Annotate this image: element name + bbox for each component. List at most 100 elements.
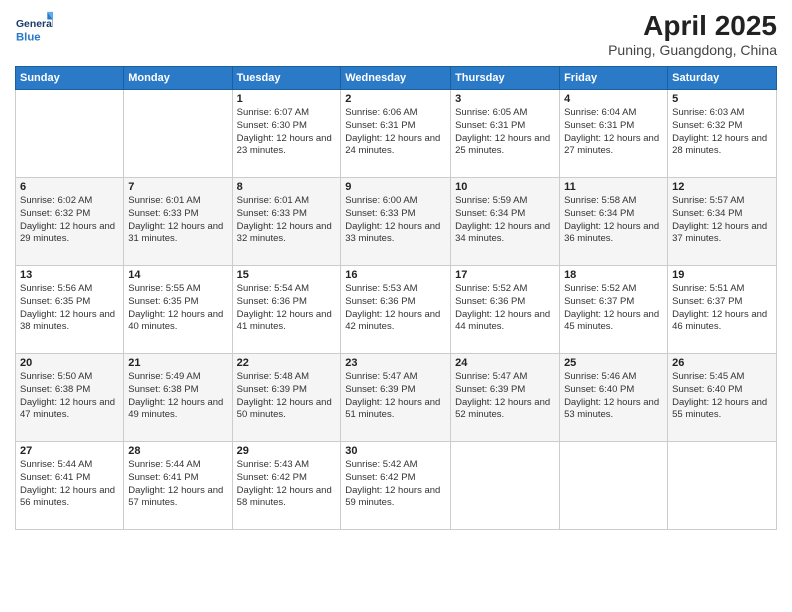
calendar-cell [16, 90, 124, 178]
day-number: 27 [20, 445, 119, 457]
calendar-header: SundayMondayTuesdayWednesdayThursdayFrid… [16, 67, 777, 90]
page: General Blue April 2025 Puning, Guangdon… [0, 0, 792, 612]
day-info: Sunrise: 5:52 AM Sunset: 6:36 PM Dayligh… [455, 283, 555, 334]
day-number: 3 [455, 93, 555, 105]
title-block: April 2025 Puning, Guangdong, China [608, 10, 777, 58]
calendar-cell [451, 442, 560, 530]
calendar-cell: 20 Sunrise: 5:50 AM Sunset: 6:38 PM Dayli… [16, 354, 124, 442]
day-number: 23 [345, 357, 446, 369]
calendar-cell: 3 Sunrise: 6:05 AM Sunset: 6:31 PM Daylig… [451, 90, 560, 178]
logo: General Blue [15, 10, 55, 48]
day-info: Sunrise: 6:01 AM Sunset: 6:33 PM Dayligh… [237, 195, 337, 246]
day-info: Sunrise: 5:58 AM Sunset: 6:34 PM Dayligh… [564, 195, 663, 246]
day-number: 26 [672, 357, 772, 369]
day-number: 30 [345, 445, 446, 457]
calendar-cell: 13 Sunrise: 5:56 AM Sunset: 6:35 PM Dayli… [16, 266, 124, 354]
day-number: 4 [564, 93, 663, 105]
week-row-4: 27 Sunrise: 5:44 AM Sunset: 6:41 PM Dayli… [16, 442, 777, 530]
calendar-cell: 8 Sunrise: 6:01 AM Sunset: 6:33 PM Daylig… [232, 178, 341, 266]
day-number: 7 [128, 181, 227, 193]
day-info: Sunrise: 5:47 AM Sunset: 6:39 PM Dayligh… [345, 371, 446, 422]
day-number: 24 [455, 357, 555, 369]
day-header-monday: Monday [124, 67, 232, 90]
calendar-cell: 17 Sunrise: 5:52 AM Sunset: 6:36 PM Dayli… [451, 266, 560, 354]
day-info: Sunrise: 5:59 AM Sunset: 6:34 PM Dayligh… [455, 195, 555, 246]
day-number: 28 [128, 445, 227, 457]
main-title: April 2025 [608, 10, 777, 42]
day-number: 21 [128, 357, 227, 369]
day-number: 6 [20, 181, 119, 193]
day-header-friday: Friday [560, 67, 668, 90]
calendar-cell: 18Sunrise: 5:52 AM Sunset: 6:37 PM Dayli… [560, 266, 668, 354]
calendar-cell: 4 Sunrise: 6:04 AM Sunset: 6:31 PM Daylig… [560, 90, 668, 178]
calendar-cell: 6 Sunrise: 6:02 AM Sunset: 6:32 PM Daylig… [16, 178, 124, 266]
day-number: 16 [345, 269, 446, 281]
day-info: Sunrise: 6:02 AM Sunset: 6:32 PM Dayligh… [20, 195, 119, 246]
calendar-cell: 21 Sunrise: 5:49 AM Sunset: 6:38 PM Dayli… [124, 354, 232, 442]
day-info: Sunrise: 5:53 AM Sunset: 6:36 PM Dayligh… [345, 283, 446, 334]
day-info: Sunrise: 5:55 AM Sunset: 6:35 PM Dayligh… [128, 283, 227, 334]
day-header-wednesday: Wednesday [341, 67, 451, 90]
day-info: Sunrise: 5:56 AM Sunset: 6:35 PM Dayligh… [20, 283, 119, 334]
day-info: Sunrise: 6:05 AM Sunset: 6:31 PM Dayligh… [455, 107, 555, 158]
day-number: 15 [237, 269, 337, 281]
day-info: Sunrise: 5:44 AM Sunset: 6:41 PM Dayligh… [20, 459, 119, 510]
calendar-cell: 26 Sunrise: 5:45 AM Sunset: 6:40 PM Dayli… [668, 354, 777, 442]
day-number: 1 [237, 93, 337, 105]
day-info: Sunrise: 5:48 AM Sunset: 6:39 PM Dayligh… [237, 371, 337, 422]
day-header-tuesday: Tuesday [232, 67, 341, 90]
svg-text:General: General [16, 19, 53, 30]
calendar-cell: 22 Sunrise: 5:48 AM Sunset: 6:39 PM Dayli… [232, 354, 341, 442]
calendar-cell: 25 Sunrise: 5:46 AM Sunset: 6:40 PM Dayli… [560, 354, 668, 442]
calendar-cell: 9 Sunrise: 6:00 AM Sunset: 6:33 PM Daylig… [341, 178, 451, 266]
calendar-cell: 10Sunrise: 5:59 AM Sunset: 6:34 PM Dayli… [451, 178, 560, 266]
calendar-table: SundayMondayTuesdayWednesdayThursdayFrid… [15, 66, 777, 530]
day-number: 25 [564, 357, 663, 369]
day-number: 2 [345, 93, 446, 105]
day-info: Sunrise: 5:45 AM Sunset: 6:40 PM Dayligh… [672, 371, 772, 422]
calendar-cell: 14 Sunrise: 5:55 AM Sunset: 6:35 PM Dayli… [124, 266, 232, 354]
day-info: Sunrise: 5:50 AM Sunset: 6:38 PM Dayligh… [20, 371, 119, 422]
day-info: Sunrise: 5:46 AM Sunset: 6:40 PM Dayligh… [564, 371, 663, 422]
calendar-cell: 15 Sunrise: 5:54 AM Sunset: 6:36 PM Dayli… [232, 266, 341, 354]
day-info: Sunrise: 5:52 AM Sunset: 6:37 PM Dayligh… [564, 283, 663, 334]
day-info: Sunrise: 6:06 AM Sunset: 6:31 PM Dayligh… [345, 107, 446, 158]
day-number: 17 [455, 269, 555, 281]
day-number: 11 [564, 181, 663, 193]
day-info: Sunrise: 5:57 AM Sunset: 6:34 PM Dayligh… [672, 195, 772, 246]
calendar-cell: 24Sunrise: 5:47 AM Sunset: 6:39 PM Dayli… [451, 354, 560, 442]
calendar-cell: 30Sunrise: 5:42 AM Sunset: 6:42 PM Dayli… [341, 442, 451, 530]
calendar-cell [668, 442, 777, 530]
day-number: 8 [237, 181, 337, 193]
day-info: Sunrise: 6:01 AM Sunset: 6:33 PM Dayligh… [128, 195, 227, 246]
calendar-cell: 19Sunrise: 5:51 AM Sunset: 6:37 PM Dayli… [668, 266, 777, 354]
day-header-thursday: Thursday [451, 67, 560, 90]
calendar-cell: 7 Sunrise: 6:01 AM Sunset: 6:33 PM Daylig… [124, 178, 232, 266]
week-row-3: 20 Sunrise: 5:50 AM Sunset: 6:38 PM Dayli… [16, 354, 777, 442]
day-number: 13 [20, 269, 119, 281]
day-info: Sunrise: 6:00 AM Sunset: 6:33 PM Dayligh… [345, 195, 446, 246]
day-number: 9 [345, 181, 446, 193]
calendar-cell: 16 Sunrise: 5:53 AM Sunset: 6:36 PM Dayli… [341, 266, 451, 354]
calendar-cell: 11 Sunrise: 5:58 AM Sunset: 6:34 PM Dayli… [560, 178, 668, 266]
calendar-cell: 27 Sunrise: 5:44 AM Sunset: 6:41 PM Dayli… [16, 442, 124, 530]
day-number: 12 [672, 181, 772, 193]
day-number: 20 [20, 357, 119, 369]
day-number: 14 [128, 269, 227, 281]
week-row-1: 6 Sunrise: 6:02 AM Sunset: 6:32 PM Daylig… [16, 178, 777, 266]
calendar-cell: 12 Sunrise: 5:57 AM Sunset: 6:34 PM Dayli… [668, 178, 777, 266]
calendar-cell: 28 Sunrise: 5:44 AM Sunset: 6:41 PM Dayli… [124, 442, 232, 530]
calendar-cell [560, 442, 668, 530]
day-info: Sunrise: 6:04 AM Sunset: 6:31 PM Dayligh… [564, 107, 663, 158]
day-info: Sunrise: 5:49 AM Sunset: 6:38 PM Dayligh… [128, 371, 227, 422]
calendar-cell: 29Sunrise: 5:43 AM Sunset: 6:42 PM Dayli… [232, 442, 341, 530]
day-number: 22 [237, 357, 337, 369]
week-row-0: 1Sunrise: 6:07 AM Sunset: 6:30 PM Daylig… [16, 90, 777, 178]
day-number: 29 [237, 445, 337, 457]
day-info: Sunrise: 5:54 AM Sunset: 6:36 PM Dayligh… [237, 283, 337, 334]
calendar-cell: 2 Sunrise: 6:06 AM Sunset: 6:31 PM Daylig… [341, 90, 451, 178]
calendar-cell: 5Sunrise: 6:03 AM Sunset: 6:32 PM Daylig… [668, 90, 777, 178]
day-header-saturday: Saturday [668, 67, 777, 90]
day-info: Sunrise: 5:44 AM Sunset: 6:41 PM Dayligh… [128, 459, 227, 510]
calendar-cell: 1Sunrise: 6:07 AM Sunset: 6:30 PM Daylig… [232, 90, 341, 178]
